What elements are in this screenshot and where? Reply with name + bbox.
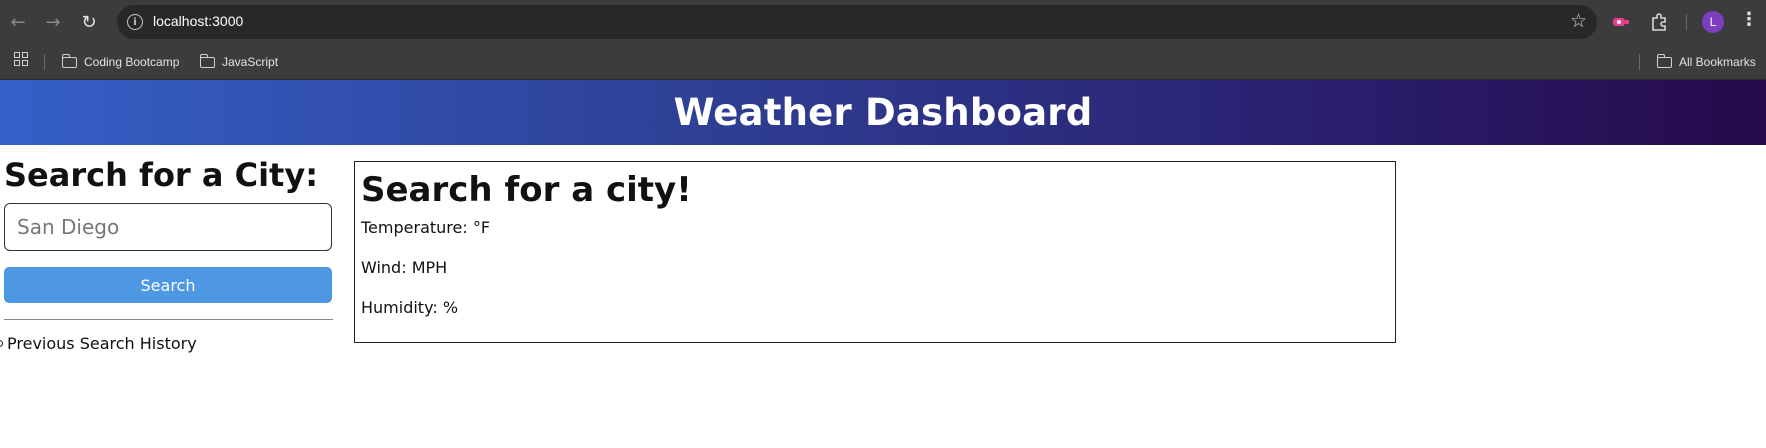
bullet-icon (0, 340, 3, 347)
extension-pink-icon[interactable] (1609, 10, 1633, 34)
bookmarks-bar: Coding Bootcamp JavaScript All Bookmarks (0, 44, 1766, 80)
wind-text: Wind: MPH (361, 258, 448, 277)
search-button[interactable]: Search (4, 267, 332, 303)
bookmarks-divider (1639, 54, 1640, 70)
all-bookmarks-button[interactable]: All Bookmarks (1656, 52, 1756, 72)
city-title: Search for a city! (361, 170, 692, 210)
page-title: Weather Dashboard (673, 91, 1093, 134)
folder-icon (199, 53, 215, 68)
search-history-label: Previous Search History (7, 334, 197, 353)
url-text[interactable]: localhost:3000 (153, 13, 243, 29)
bookmark-javascript[interactable]: JavaScript (199, 52, 279, 72)
back-icon[interactable]: ← (5, 9, 31, 35)
bookmark-coding-bootcamp[interactable]: Coding Bootcamp (61, 52, 180, 72)
browser-menu-icon[interactable]: ⋮ (1740, 9, 1758, 30)
browser-toolbar: ← → ↻ i localhost:3000 ☆ L ⋮ (0, 0, 1766, 44)
city-search-input[interactable] (4, 203, 332, 251)
all-bookmarks-label: All Bookmarks (1679, 55, 1756, 69)
bookmark-star-icon[interactable]: ☆ (1570, 10, 1587, 32)
humidity-text: Humidity: % (361, 298, 459, 317)
page-header: Weather Dashboard (0, 80, 1766, 145)
toolbar-divider (1686, 14, 1687, 30)
bookmark-label: Coding Bootcamp (84, 55, 180, 69)
site-info-icon[interactable]: i (127, 14, 143, 30)
bookmark-label: JavaScript (222, 55, 279, 69)
reload-icon[interactable]: ↻ (76, 9, 102, 35)
address-bar[interactable]: i localhost:3000 ☆ (117, 5, 1597, 39)
forward-icon[interactable]: → (40, 9, 66, 35)
current-weather-card: Search for a city! Temperature: °F Wind:… (354, 161, 1396, 343)
folder-icon (61, 53, 77, 68)
folder-icon (1656, 53, 1672, 68)
temperature-text: Temperature: °F (361, 218, 491, 237)
sidebar-divider (4, 319, 333, 320)
apps-grid-icon[interactable] (14, 52, 28, 66)
search-heading: Search for a City: (4, 156, 318, 194)
bookmarks-divider (44, 54, 45, 70)
extensions-puzzle-icon[interactable] (1647, 10, 1671, 34)
profile-avatar[interactable]: L (1702, 11, 1724, 33)
search-history-item[interactable]: Previous Search History (0, 334, 197, 353)
